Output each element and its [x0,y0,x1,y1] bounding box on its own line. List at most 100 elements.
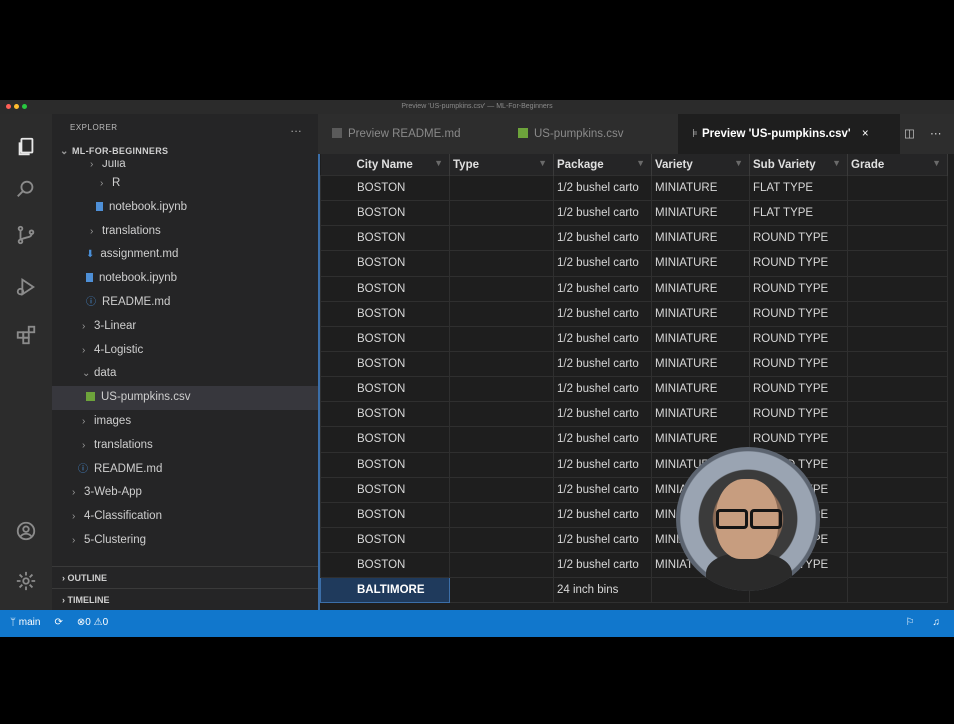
table-cell[interactable] [449,350,554,378]
table-row[interactable]: BOSTON1/2 bushel cartoMINIATUREROUND TYP… [320,300,948,327]
table-cell[interactable]: MINIATURE [651,350,750,378]
table-row[interactable]: BOSTON1/2 bushel cartoMINIATUREROUND TYP… [320,552,948,579]
tree-item[interactable]: ⓘ README.md [52,458,318,482]
table-cell[interactable] [449,325,554,352]
table-cell[interactable]: MINIATURE [651,376,750,403]
table-cell[interactable] [847,250,948,277]
table-row[interactable]: BOSTON1/2 bushel cartoMINIATUREROUND TYP… [320,426,948,453]
tree-item[interactable]: › translations [52,220,318,244]
table-cell[interactable] [449,225,554,252]
table-cell[interactable]: 1/2 bushel carto [553,250,652,277]
table-cell[interactable]: MINIATURE [651,325,750,352]
table-cell[interactable]: 1/2 bushel carto [553,552,652,579]
table-cell[interactable]: 1/2 bushel carto [553,350,652,378]
table-cell[interactable]: MINIATURE [651,300,750,327]
filter-icon[interactable]: ▼ [832,158,841,168]
feedback-icon[interactable]: ⚐ [906,613,915,633]
maximize-window-button[interactable] [22,104,27,109]
table-cell[interactable] [449,552,554,579]
notifications-bell-icon[interactable]: ♫ [933,613,941,633]
table-cell[interactable] [847,526,948,554]
outline-section[interactable]: › OUTLINE [52,566,318,588]
table-cell[interactable]: BOSTON [320,275,450,302]
table-cell[interactable] [449,376,554,403]
table-cell[interactable] [449,451,554,478]
explorer-icon[interactable] [14,136,38,160]
table-cell[interactable]: MINIATURE [651,401,750,428]
table-cell[interactable] [847,552,948,579]
tree-item[interactable]: › 3-Web-App [52,481,318,505]
column-header-city-name[interactable]: City Name ▼ [320,154,450,176]
table-cell[interactable]: BOSTON [320,225,450,252]
table-cell[interactable]: MINIATURE [651,200,750,227]
table-cell[interactable] [449,526,554,554]
table-cell[interactable] [847,451,948,478]
tree-item[interactable]: › images [52,410,318,434]
table-cell[interactable]: FLAT TYPE [749,200,848,227]
filter-icon[interactable]: ▼ [636,158,645,168]
table-cell[interactable]: BOSTON [320,526,450,554]
table-cell[interactable] [847,350,948,378]
table-cell[interactable] [449,174,554,202]
timeline-section[interactable]: › TIMELINE [52,588,318,610]
table-cell[interactable]: BOSTON [320,552,450,579]
table-cell[interactable] [449,200,554,227]
tree-item[interactable]: › 5-Clustering [52,529,318,553]
table-cell[interactable] [449,426,554,453]
table-cell[interactable]: 1/2 bushel carto [553,225,652,252]
table-cell[interactable] [847,376,948,403]
table-row[interactable]: BOSTON1/2 bushel cartoMINIATUREROUND TYP… [320,401,948,428]
table-row[interactable]: BOSTON1/2 bushel cartoMINIATUREROUND TYP… [320,350,948,378]
table-cell[interactable] [449,501,554,528]
table-cell[interactable]: 1/2 bushel carto [553,376,652,403]
table-cell[interactable]: 1/2 bushel carto [553,275,652,302]
table-cell[interactable]: 1/2 bushel carto [553,174,652,202]
filter-icon[interactable]: ▼ [434,158,443,168]
split-editor-icon[interactable]: ◫ [904,114,924,154]
table-cell[interactable]: MINIATURE [651,225,750,252]
table-cell[interactable]: 1/2 bushel carto [553,300,652,327]
tree-item[interactable]: ⌄ data [52,362,318,386]
table-cell[interactable] [847,325,948,352]
tree-item[interactable]: notebook.ipynb [52,267,318,291]
table-cell[interactable]: BOSTON [320,300,450,327]
table-cell[interactable]: BOSTON [320,401,450,428]
table-cell[interactable] [847,476,948,503]
table-cell[interactable]: BOSTON [320,501,450,528]
column-header-variety[interactable]: Variety ▼ [651,154,750,176]
table-cell[interactable]: 1/2 bushel carto [553,200,652,227]
table-cell[interactable]: BOSTON [320,451,450,478]
table-row[interactable]: BOSTON 1/2 bushel carto MINIATURE FLAT TYPE [320,174,948,202]
table-cell[interactable]: 1/2 bushel carto [553,401,652,428]
table-row[interactable]: BALTIMORE 24 inch bins [320,577,948,604]
table-cell[interactable] [847,577,948,604]
table-cell[interactable]: MINIATURE [651,250,750,277]
table-cell[interactable]: 1/2 bushel carto [553,476,652,503]
table-cell[interactable] [449,250,554,277]
table-cell[interactable]: ROUND TYPE [749,250,848,277]
filter-icon[interactable]: ▼ [538,158,547,168]
tree-item[interactable]: › R [52,172,318,196]
table-row[interactable]: BOSTON1/2 bushel cartoMINIATUREROUND TYP… [320,376,948,403]
tree-item-selected[interactable]: US-pumpkins.csv [52,386,318,410]
table-cell[interactable]: 1/2 bushel carto [553,501,652,528]
tree-item[interactable]: › 4-Logistic [52,339,318,363]
table-cell[interactable]: 1/2 bushel carto [553,426,652,453]
table-row[interactable]: BOSTON1/2 bushel cartoMINIATUREROUND TYP… [320,225,948,252]
table-row[interactable]: BOSTON1/2 bushel cartoMINIATUREROUND TYP… [320,451,948,478]
problems-indicator[interactable]: ⊗0 ⚠0 [77,613,108,633]
table-row[interactable]: BOSTON1/2 bushel cartoMINIATUREROUND TYP… [320,325,948,352]
close-window-button[interactable] [6,104,11,109]
run-debug-icon[interactable] [14,276,38,300]
more-actions-button[interactable]: ... [290,114,302,142]
table-cell[interactable] [847,174,948,202]
table-row[interactable]: BOSTON1/2 bushel cartoMINIATUREROUND TYP… [320,275,948,302]
extensions-icon[interactable] [14,324,38,348]
tree-item[interactable]: › 4-Classification [52,505,318,529]
table-cell[interactable]: MINIATURE [651,275,750,302]
table-cell[interactable] [449,300,554,327]
table-cell[interactable] [847,225,948,252]
tab-us-pumpkins-csv[interactable]: US-pumpkins.csv [518,114,668,154]
table-cell[interactable]: MINIATURE [651,174,750,202]
table-row[interactable]: BOSTON1/2 bushel cartoMINIATUREROUND TYP… [320,250,948,277]
